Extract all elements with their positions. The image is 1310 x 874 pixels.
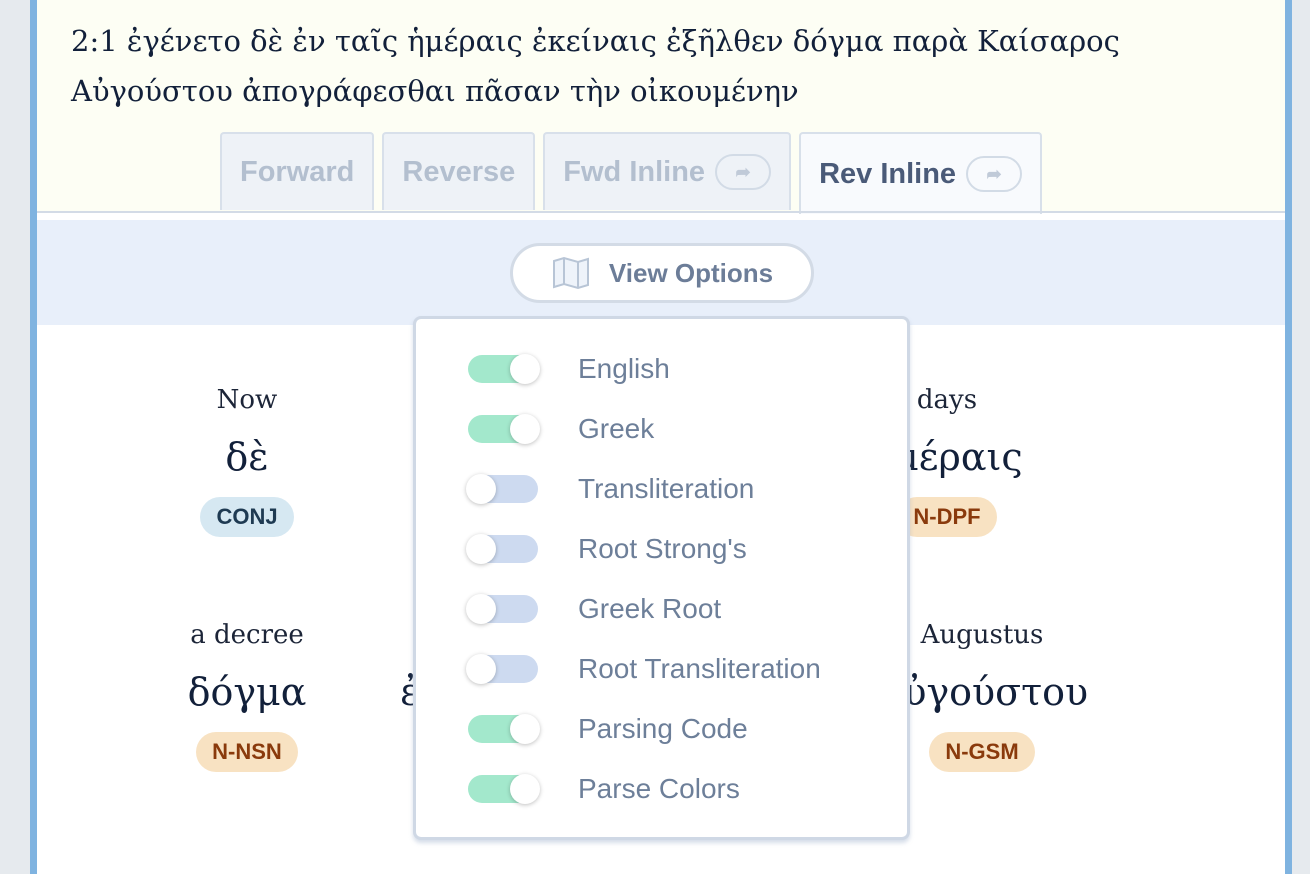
toggle-switch[interactable] [466,534,538,564]
option-label: Parsing Code [578,713,748,744]
parsing-code-badge: CONJ [200,497,294,537]
tab-label: Rev Inline [819,157,957,190]
option-label: Parse Colors [578,773,740,804]
option-parsing-code[interactable]: Parsing Code [468,713,748,745]
share-icon[interactable]: ➦ [966,156,1023,192]
verse-text: 2:1 ἐγένετο δὲ ἐν ταῖς ἡμέραις ἐκείναις … [71,24,1120,108]
parsing-code-badge: N-NSN [196,732,298,772]
parsing-code-badge: N-DPF [897,497,997,537]
toggle-switch[interactable] [468,414,540,444]
share-icon[interactable]: ➦ [715,154,772,190]
divider [37,211,1285,213]
toggle-switch[interactable] [468,354,540,384]
toggle-switch[interactable] [466,474,538,504]
option-label: Greek Root [578,593,722,624]
tab-reverse[interactable]: Reverse [382,132,536,210]
option-label: Greek [578,413,655,444]
toggle-switch[interactable] [466,654,538,684]
english-gloss: a decree [190,620,304,650]
toggle-switch[interactable] [468,774,540,804]
tab-bar: Forward Reverse Fwd Inline ➦ Rev Inline ➦ [220,132,1043,214]
tab-label: Fwd Inline [563,155,706,188]
greek-word: δὲ [225,435,269,479]
option-root-transliteration[interactable]: Root Transliteration [466,653,821,685]
option-label: Root Strong's [578,533,747,564]
option-greek[interactable]: Greek [468,413,654,445]
option-english[interactable]: English [468,353,670,385]
parsing-code-badge: N-GSM [929,732,1035,772]
word-block[interactable]: Now δὲ CONJ [137,385,357,537]
view-options-dropdown: English Greek Transliteration Root Strong's… [413,316,910,840]
view-options-button[interactable]: View Options [510,243,814,303]
view-options-label: View Options [608,257,774,288]
option-root-strong-s[interactable]: Root Strong's [466,533,747,565]
tab-label: Reverse [402,155,516,188]
greek-word: δόγμα [187,670,307,714]
toggle-switch[interactable] [468,714,540,744]
option-label: Root Transliteration [578,653,821,684]
options-bar: View Options [37,220,1285,325]
word-block[interactable]: a decree δόγμα N-NSN [137,620,357,772]
option-transliteration[interactable]: Transliteration [466,473,755,505]
option-parse-colors[interactable]: Parse Colors [468,773,740,805]
tab-label: Forward [240,155,355,188]
tab-rev-inline[interactable]: Rev Inline ➦ [799,132,1043,214]
option-greek-root[interactable]: Greek Root [466,593,722,625]
english-gloss: Now [216,385,278,415]
tab-fwd-inline[interactable]: Fwd Inline ➦ [543,132,792,210]
verse-header: 2:1 ἐγένετο δὲ ἐν ταῖς ἡμέραις ἐκείναις … [37,0,1285,214]
toggle-switch[interactable] [466,594,538,624]
tab-forward[interactable]: Forward [220,132,375,210]
map-icon [552,256,589,290]
option-label: Transliteration [578,473,755,504]
option-label: English [578,353,670,384]
